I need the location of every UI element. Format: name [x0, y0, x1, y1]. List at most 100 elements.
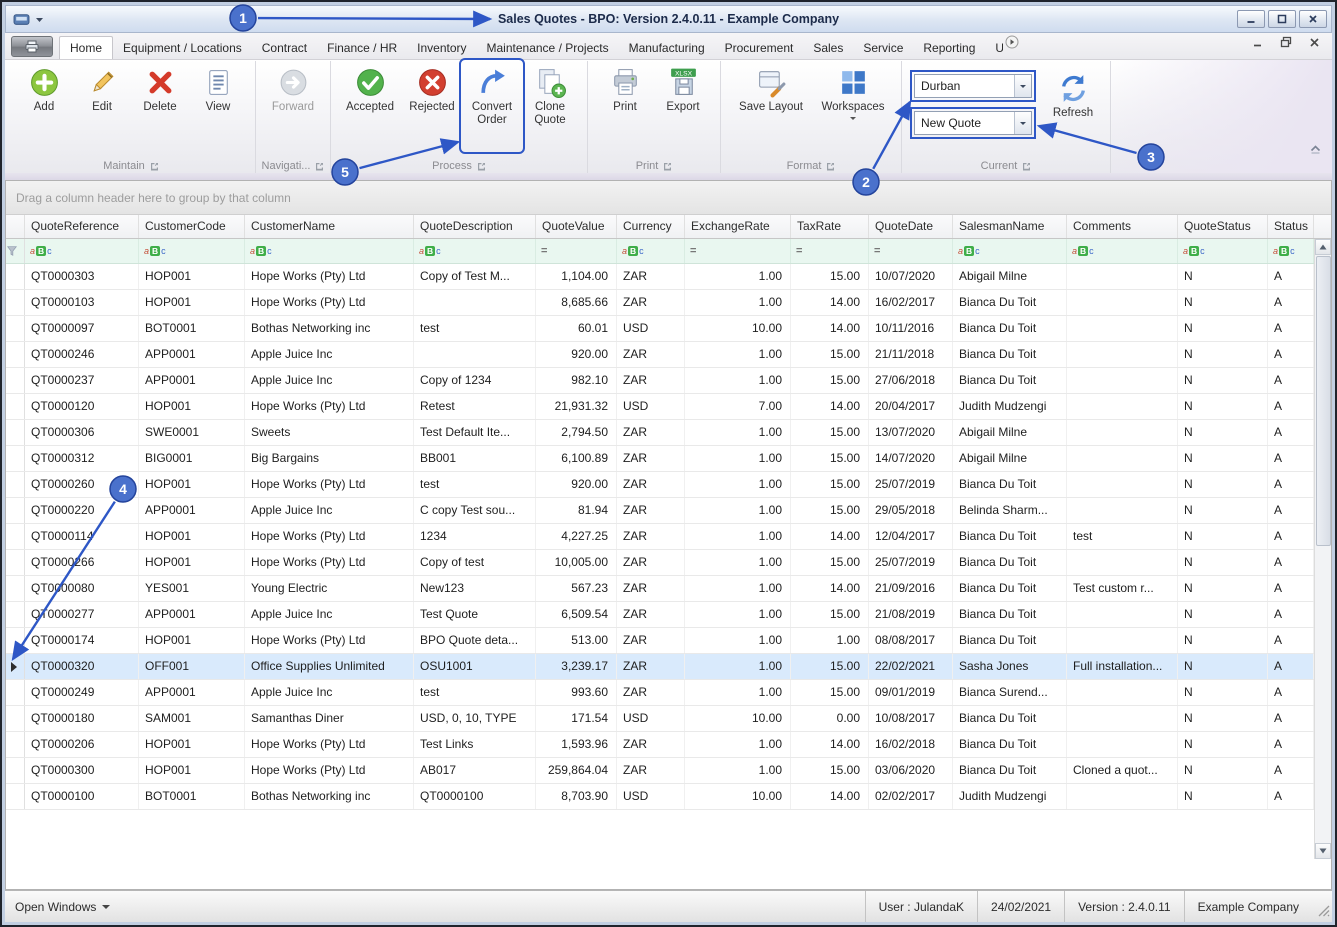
table-row-QT0000312[interactable]: QT0000312BIG0001Big BargainsBB0016,100.8…	[6, 446, 1331, 472]
tab-finance-hr[interactable]: Finance / HR	[317, 36, 407, 59]
dialog-launcher-icon[interactable]	[826, 162, 835, 171]
table-row-QT0000300[interactable]: QT0000300HOP001Hope Works (Pty) LtdAB017…	[6, 758, 1331, 784]
quick-access-caret-icon[interactable]	[35, 16, 44, 23]
ribbon-collapse-button[interactable]	[1309, 141, 1322, 159]
scroll-down-button[interactable]	[1315, 843, 1331, 859]
export-button[interactable]: XLSX Export	[654, 62, 712, 150]
table-row-QT0000206[interactable]: QT0000206HOP001Hope Works (Pty) LtdTest …	[6, 732, 1331, 758]
resize-grip[interactable]	[1318, 905, 1330, 920]
table-row-QT0000120[interactable]: QT0000120HOP001Hope Works (Pty) LtdRetes…	[6, 394, 1331, 420]
dialog-launcher-icon[interactable]	[315, 162, 324, 171]
accepted-button[interactable]: Accepted	[339, 62, 401, 150]
table-row-QT0000246[interactable]: QT0000246APP0001Apple Juice Inc920.00ZAR…	[6, 342, 1331, 368]
tab-home[interactable]: Home	[59, 36, 113, 59]
column-header-quotedescription[interactable]: QuoteDescription	[414, 215, 536, 238]
child-close-button[interactable]	[1309, 35, 1320, 53]
refresh-button[interactable]: Refresh	[1044, 68, 1102, 156]
tab-scroll-right-button[interactable]	[1005, 35, 1019, 54]
column-header-salesmanname[interactable]: SalesmanName	[953, 215, 1067, 238]
group-by-panel[interactable]: Drag a column header here to group by th…	[6, 181, 1331, 215]
tab-inventory[interactable]: Inventory	[407, 36, 476, 59]
table-row-QT0000174[interactable]: QT0000174HOP001Hope Works (Pty) LtdBPO Q…	[6, 628, 1331, 654]
tab-equipment-locations[interactable]: Equipment / Locations	[113, 36, 252, 59]
tab-sales[interactable]: Sales	[803, 36, 853, 59]
table-row-QT0000249[interactable]: QT0000249APP0001Apple Juice Inctest993.6…	[6, 680, 1331, 706]
quote-status-combobox-caret-icon[interactable]	[1014, 112, 1031, 134]
delete-button[interactable]: Delete	[131, 62, 189, 150]
view-button[interactable]: View	[189, 62, 247, 150]
dialog-launcher-icon[interactable]	[477, 162, 486, 171]
scroll-up-button[interactable]	[1315, 239, 1331, 255]
print-button[interactable]: Print	[596, 62, 654, 150]
column-header-exchangerate[interactable]: ExchangeRate	[685, 215, 791, 238]
column-header-quotestatus[interactable]: QuoteStatus	[1178, 215, 1268, 238]
column-header-currency[interactable]: Currency	[617, 215, 685, 238]
table-row-QT0000114[interactable]: QT0000114HOP001Hope Works (Pty) Ltd12344…	[6, 524, 1331, 550]
filter-cell-quotedescription[interactable]: aBc	[414, 239, 536, 263]
workspaces-button[interactable]: Workspaces	[813, 62, 893, 150]
table-row-QT0000100[interactable]: QT0000100BOT0001Bothas Networking incQT0…	[6, 784, 1331, 810]
rejected-button[interactable]: Rejected	[401, 62, 463, 150]
table-row-QT0000237[interactable]: QT0000237APP0001Apple Juice IncCopy of 1…	[6, 368, 1331, 394]
add-button[interactable]: Add	[15, 62, 73, 150]
column-header-customercode[interactable]: CustomerCode	[139, 215, 245, 238]
close-button[interactable]	[1299, 10, 1327, 28]
save-layout-button[interactable]: Save Layout	[729, 62, 813, 150]
quote-status-combobox[interactable]: New Quote	[914, 111, 1032, 135]
tab-procurement[interactable]: Procurement	[715, 36, 804, 59]
column-header-taxrate[interactable]: TaxRate	[791, 215, 869, 238]
column-header-comments[interactable]: Comments	[1067, 215, 1178, 238]
filter-cell-customername[interactable]: aBc	[245, 239, 414, 263]
clone-quote-button[interactable]: Clone Quote	[521, 62, 579, 150]
maximize-button[interactable]	[1268, 10, 1296, 28]
site-combobox[interactable]: Durban	[914, 74, 1032, 98]
filter-cell-quotedate[interactable]: =	[869, 239, 953, 263]
tab-reporting[interactable]: Reporting	[913, 36, 985, 59]
column-header-quotevalue[interactable]: QuoteValue	[536, 215, 617, 238]
filter-cell-quotestatus[interactable]: aBc	[1178, 239, 1268, 263]
column-header-customername[interactable]: CustomerName	[245, 215, 414, 238]
dialog-launcher-icon[interactable]	[1022, 162, 1031, 171]
table-row-QT0000277[interactable]: QT0000277APP0001Apple Juice IncTest Quot…	[6, 602, 1331, 628]
scrollbar-thumb[interactable]	[1316, 256, 1331, 546]
filter-cell-currency[interactable]: aBc	[617, 239, 685, 263]
table-row-QT0000220[interactable]: QT0000220APP0001Apple Juice IncC copy Te…	[6, 498, 1331, 524]
application-menu-button[interactable]	[11, 36, 53, 57]
table-row-QT0000306[interactable]: QT0000306SWE0001SweetsTest Default Ite..…	[6, 420, 1331, 446]
table-row-QT0000303[interactable]: QT0000303HOP001Hope Works (Pty) LtdCopy …	[6, 264, 1331, 290]
open-windows-button[interactable]: Open Windows	[5, 900, 110, 914]
filter-cell-status[interactable]: aBc	[1268, 239, 1314, 263]
dialog-launcher-icon[interactable]	[150, 162, 159, 171]
forward-button[interactable]: Forward	[264, 62, 322, 150]
edit-button[interactable]: Edit	[73, 62, 131, 150]
filter-cell-taxrate[interactable]: =	[791, 239, 869, 263]
table-row-QT0000103[interactable]: QT0000103HOP001Hope Works (Pty) Ltd8,685…	[6, 290, 1331, 316]
filter-cell-exchangerate[interactable]: =	[685, 239, 791, 263]
filter-cell-customercode[interactable]: aBc	[139, 239, 245, 263]
tab-u[interactable]: U	[985, 36, 1003, 59]
table-row-QT0000080[interactable]: QT0000080YES001Young ElectricNew123567.2…	[6, 576, 1331, 602]
table-row-QT0000260[interactable]: QT0000260HOP001Hope Works (Pty) Ltdtest9…	[6, 472, 1331, 498]
column-header-quotedate[interactable]: QuoteDate	[869, 215, 953, 238]
filter-cell-salesmanname[interactable]: aBc	[953, 239, 1067, 263]
filter-row-indicator-cell[interactable]	[6, 239, 25, 263]
tab-manufacturing[interactable]: Manufacturing	[619, 36, 715, 59]
filter-cell-quotereference[interactable]: aBc	[25, 239, 139, 263]
filter-cell-comments[interactable]: aBc	[1067, 239, 1178, 263]
table-row-QT0000320[interactable]: QT0000320OFF001Office Supplies Unlimited…	[6, 654, 1331, 680]
table-row-QT0000266[interactable]: QT0000266HOP001Hope Works (Pty) LtdCopy …	[6, 550, 1331, 576]
vertical-scrollbar[interactable]	[1314, 239, 1331, 859]
tab-contract[interactable]: Contract	[252, 36, 317, 59]
convert-order-button[interactable]: Convert Order	[463, 62, 521, 150]
site-combobox-caret-icon[interactable]	[1014, 75, 1031, 97]
tab-service[interactable]: Service	[853, 36, 913, 59]
child-minimize-button[interactable]	[1252, 35, 1263, 53]
child-restore-button[interactable]	[1280, 35, 1292, 53]
tab-maintenance-projects[interactable]: Maintenance / Projects	[477, 36, 619, 59]
dialog-launcher-icon[interactable]	[663, 162, 672, 171]
table-row-QT0000097[interactable]: QT0000097BOT0001Bothas Networking inctes…	[6, 316, 1331, 342]
minimize-button[interactable]	[1237, 10, 1265, 28]
table-row-QT0000180[interactable]: QT0000180SAM001Samanthas DinerUSD, 0, 10…	[6, 706, 1331, 732]
filter-cell-quotevalue[interactable]: =	[536, 239, 617, 263]
column-header-quotereference[interactable]: QuoteReference	[25, 215, 139, 238]
